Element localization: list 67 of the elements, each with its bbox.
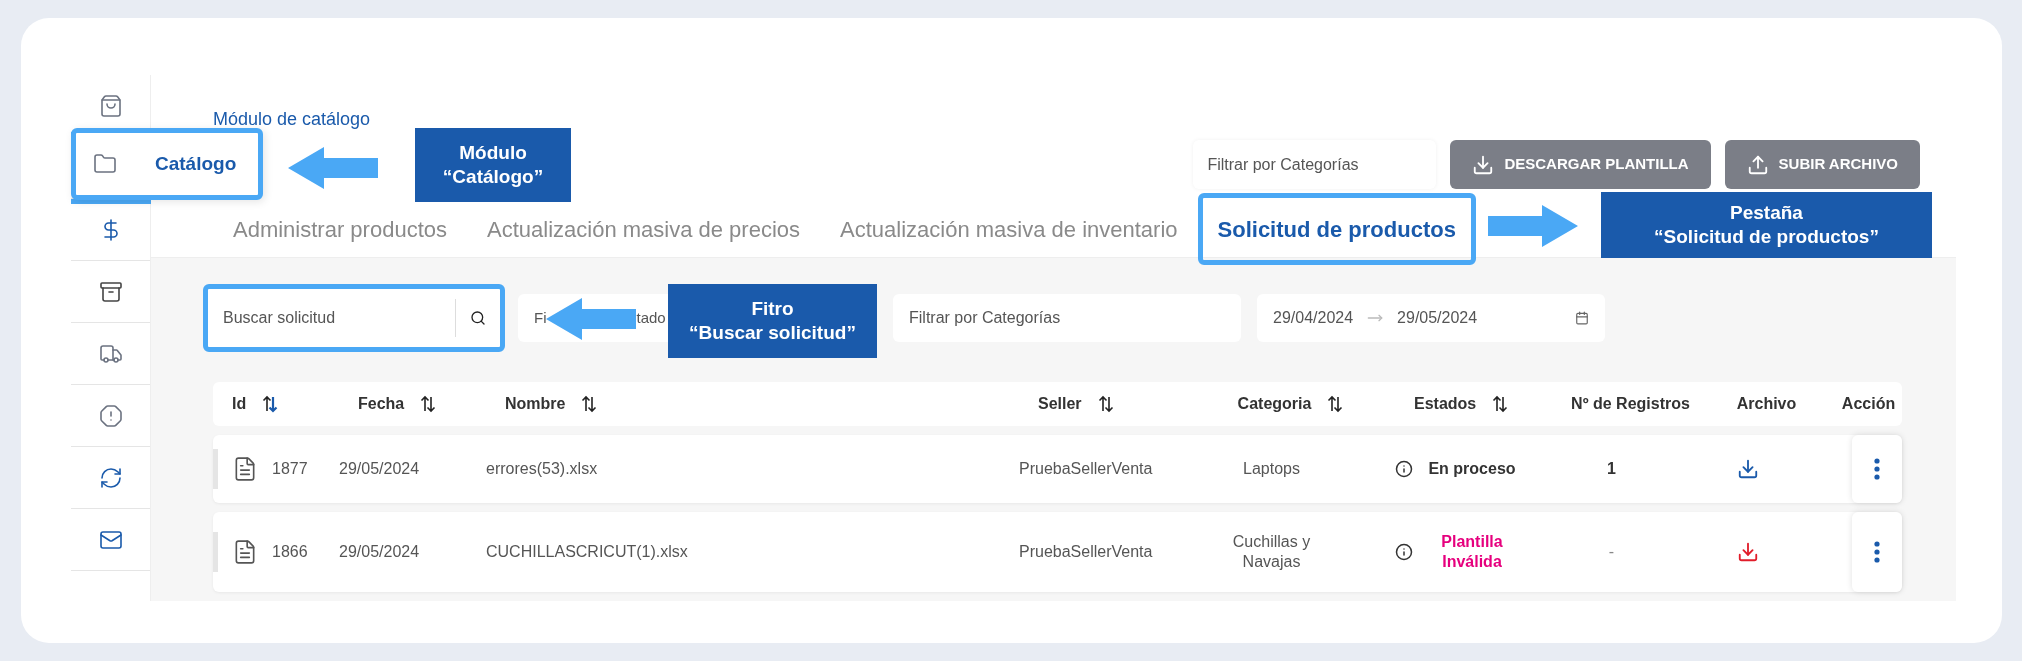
callout-text: Pestaña (1730, 201, 1803, 225)
table-cell-text: Laptops (1242, 459, 1301, 479)
column-header: Acción (1841, 395, 1896, 413)
table-cell-text: PruebaSellerVenta (1019, 542, 1153, 562)
callout-text: “Buscar solicitud” (689, 321, 856, 345)
column-header: Id (232, 395, 247, 413)
sort-icon[interactable] (1492, 395, 1509, 413)
column-header: Archivo (1736, 395, 1797, 413)
filter-text: tado (636, 307, 666, 328)
folder-icon (93, 152, 117, 176)
status-text: En proceso (1427, 459, 1517, 479)
sort-icon[interactable] (1327, 395, 1344, 413)
download-icon (1472, 153, 1495, 176)
tab[interactable]: Actualización masiva de precios (467, 193, 821, 265)
archive-box-icon (98, 279, 123, 304)
alert-octagon-icon (98, 403, 123, 428)
tab[interactable]: Solicitud de productos (1197, 193, 1476, 265)
tab[interactable]: Actualización masiva de inventario (820, 193, 1198, 265)
upload-button[interactable]: SUBIR ARCHIVO (1724, 140, 1920, 189)
category-filter[interactable]: Filtrar por Categorías (1193, 140, 1437, 189)
column-header: Categoria (1237, 395, 1312, 413)
bag-icon (98, 93, 123, 118)
table-cell-text: 29/05/2024 (339, 542, 420, 562)
table-cell-text: CUCHILLASCRICUT(1).xlsx (486, 542, 688, 562)
search-icon[interactable] (470, 310, 486, 326)
download-icon[interactable] (1736, 458, 1759, 480)
table-cell-text: 1866 (272, 542, 308, 562)
column-header: Fecha (358, 395, 405, 413)
calendar-icon[interactable] (1575, 311, 1589, 325)
table-cell-text: Cuchillas y Navajas (1231, 532, 1312, 572)
table-cell-text: 29/05/2024 (339, 459, 420, 479)
sidebar-flyout-menu[interactable]: Catálogo (71, 128, 263, 200)
table-cell-text: PruebaSellerVenta (1019, 459, 1153, 479)
date-to: 29/05/2024 (1397, 308, 1478, 328)
table-cell-text: - (1608, 542, 1615, 562)
sort-icon[interactable] (1097, 395, 1114, 413)
download-button[interactable]: DESCARGAR PLANTILLA (1450, 140, 1711, 189)
sort-icon[interactable] (262, 395, 279, 413)
kebab-icon (1874, 458, 1880, 480)
refresh-icon (98, 465, 123, 490)
info-icon[interactable] (1395, 543, 1413, 561)
upload-icon (1746, 153, 1769, 176)
callout-text: “Catálogo” (442, 165, 544, 189)
table-cell-text: 1 (1607, 459, 1616, 479)
date-from: 29/04/2024 (1273, 308, 1354, 328)
status-text: Plantilla Inválida (1440, 532, 1504, 572)
search-bar[interactable]: Buscar solicitud (203, 284, 505, 352)
page-title: Módulo de catálogo (213, 108, 371, 130)
download-icon[interactable] (1736, 541, 1759, 563)
callout-text: Módulo (459, 141, 527, 165)
callout-text: “Solicitud de productos” (1654, 225, 1879, 249)
column-header: Nombre (505, 395, 566, 413)
sort-icon[interactable] (420, 395, 437, 413)
table-cell-text: errores(53).xlsx (486, 459, 598, 479)
column-header: Nº de Registros (1571, 395, 1690, 413)
table-cell-text: 1877 (272, 459, 308, 479)
callout-text: Fitro (751, 297, 794, 321)
category-filter[interactable]: Filtrar por Categorías (893, 294, 1241, 342)
column-header: Estados (1414, 395, 1477, 413)
date-range-field[interactable]: 29/04/2024 29/05/2024 (1257, 294, 1605, 342)
search-field[interactable]: Buscar solicitud (223, 306, 455, 330)
column-header: Seller (1038, 395, 1082, 413)
sort-icon[interactable] (581, 395, 598, 413)
info-icon[interactable] (1395, 460, 1413, 478)
sidebar-label: Catálogo (155, 151, 237, 176)
filter-text: Fi (534, 307, 547, 328)
kebab-icon (1874, 541, 1880, 563)
